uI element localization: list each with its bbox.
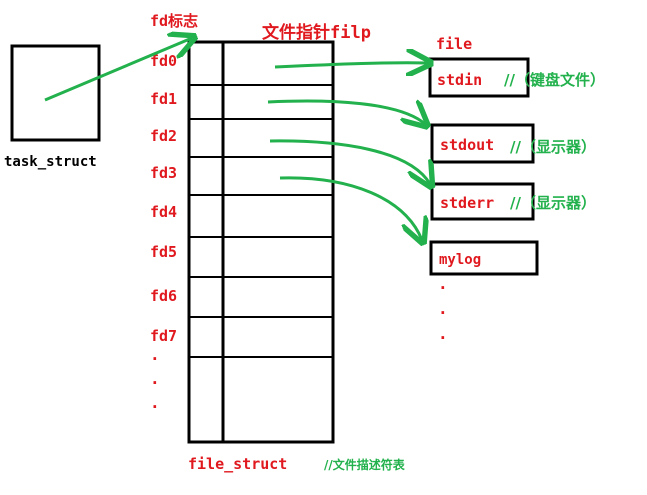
fd-label-4: fd4 bbox=[150, 203, 177, 221]
file-comment-stdout: //（显示器） bbox=[510, 138, 596, 156]
fd-label-5: fd5 bbox=[150, 243, 177, 261]
filp-header: 文件指针filp bbox=[262, 22, 371, 43]
arrow-fd3-to-mylog bbox=[279, 176, 422, 240]
fd-ellipsis-1: · bbox=[150, 349, 160, 368]
file-header: file bbox=[436, 35, 472, 53]
file-ellipsis-2: · bbox=[438, 303, 448, 322]
task-struct-box bbox=[10, 44, 101, 142]
file-ellipsis-3: · bbox=[438, 328, 448, 347]
file-struct-comment: //文件描述符表 bbox=[324, 457, 406, 472]
task-struct-label: task_struct bbox=[4, 154, 97, 170]
file-name-stdout: stdout bbox=[440, 136, 494, 154]
fd-label-6: fd6 bbox=[150, 287, 177, 305]
file-name-stdin: stdin bbox=[437, 71, 482, 89]
fd-label-2: fd2 bbox=[150, 127, 177, 145]
file-ellipsis-1: · bbox=[438, 278, 448, 297]
fd-label-7: fd7 bbox=[150, 327, 177, 345]
fd-ellipsis-2: · bbox=[150, 373, 160, 392]
fd-ellipsis-3: · bbox=[150, 397, 160, 416]
fd-label-1: fd1 bbox=[150, 90, 177, 108]
arrow-fd1-to-stdout bbox=[267, 99, 425, 124]
fd-table-diagram: task_struct fd标志 文件指针filp file fd0 fd1 f… bbox=[4, 12, 605, 473]
file-name-stderr: stderr bbox=[440, 194, 494, 212]
fd-label-3: fd3 bbox=[150, 164, 177, 182]
file-struct-label: file_struct bbox=[188, 455, 287, 473]
file-name-mylog: mylog bbox=[439, 252, 481, 268]
arrow-fd0-to-stdin bbox=[274, 63, 428, 67]
file-comment-stderr: //（显示器） bbox=[510, 194, 596, 212]
file-comment-stdin: //（键盘文件） bbox=[504, 71, 605, 89]
fd-flag-header: fd标志 bbox=[150, 12, 198, 30]
